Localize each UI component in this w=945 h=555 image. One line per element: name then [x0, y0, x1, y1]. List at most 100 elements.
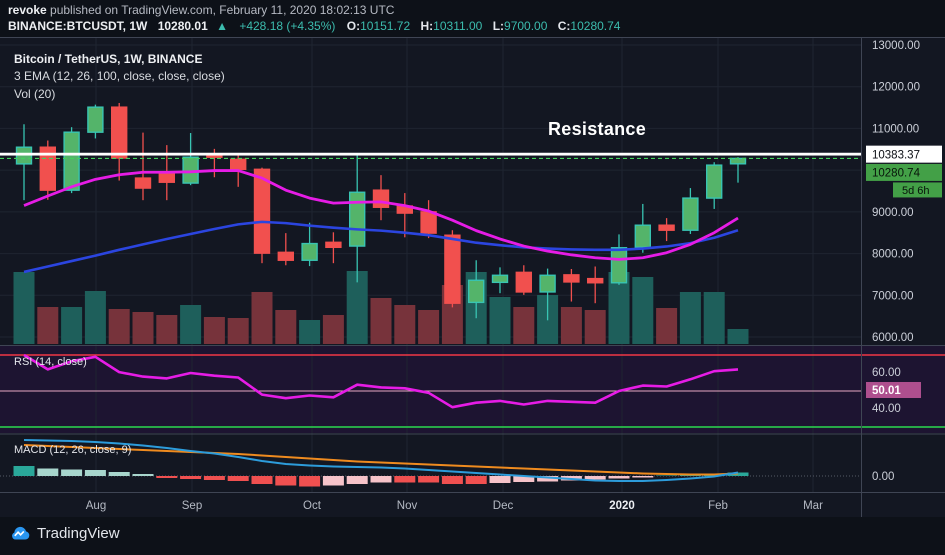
macd-histogram-bar: [656, 476, 677, 477]
footer-bar: TradingView: [0, 517, 945, 555]
resistance-price-badge-label: 10383.37: [872, 150, 920, 162]
month-label: Sep: [182, 500, 202, 512]
volume-bar: [204, 317, 225, 344]
tradingview-published-chart: revoke published on TradingView.com, Feb…: [0, 0, 945, 555]
candle-body: [493, 275, 508, 282]
volume-bar: [109, 309, 130, 344]
macd-histogram-bar: [61, 470, 82, 477]
close-value: 10280.74: [570, 19, 620, 33]
high-label: H:: [421, 19, 434, 33]
month-label: Dec: [493, 500, 514, 512]
macd-histogram-bar: [133, 474, 154, 476]
month-label: Mar: [803, 500, 823, 512]
current-price-badge-label: 10280.74: [872, 167, 921, 179]
volume-bar: [180, 305, 201, 344]
volume-bar: [680, 292, 701, 344]
month-label: Oct: [303, 500, 322, 512]
open-label: O:: [347, 19, 360, 33]
volume-bar: [14, 272, 35, 344]
candle-body: [612, 248, 627, 283]
author-name: revoke: [8, 3, 47, 17]
volume-bar: [299, 320, 320, 344]
low-label: L:: [493, 19, 504, 33]
volume-bar: [585, 310, 606, 344]
price-axis-label: 7000.00: [872, 290, 914, 302]
candle-body: [88, 107, 103, 132]
volume-bar: [133, 312, 154, 344]
price-axis-label: 11000.00: [872, 123, 919, 135]
macd-histogram-bar: [442, 476, 463, 484]
candle-body: [564, 275, 579, 282]
volume-bar: [704, 292, 725, 344]
up-arrow-icon: ▲: [216, 19, 228, 33]
volume-bar: [156, 315, 177, 344]
legend-rsi-indicator[interactable]: RSI (14, close): [14, 356, 87, 368]
candle-body: [159, 172, 174, 182]
volume-bar: [275, 310, 296, 344]
candle-body: [302, 244, 317, 261]
volume-bar: [37, 307, 58, 344]
candle-body: [683, 198, 698, 230]
price-axis-label: 6000.00: [872, 332, 914, 344]
price-change: +428.18 (+4.35%): [239, 19, 335, 33]
volume-bar: [418, 310, 439, 344]
tradingview-brand[interactable]: TradingView: [10, 525, 120, 542]
rsi-axis-label: 60.00: [872, 367, 901, 379]
macd-histogram-bar: [418, 476, 439, 483]
volume-bar: [490, 297, 511, 344]
symbol-ohlc-row: BINANCE:BTCUSDT, 1W 10280.01 ▲ +428.18 (…: [8, 19, 627, 33]
candle-body: [588, 279, 603, 283]
macd-histogram-bar: [204, 476, 225, 480]
macd-histogram-bar: [252, 476, 273, 484]
macd-histogram-bar: [490, 476, 511, 483]
macd-histogram-bar: [323, 476, 344, 486]
candle-body: [350, 192, 365, 246]
price-axis-label: 8000.00: [872, 249, 914, 261]
month-label: 2020: [609, 500, 635, 512]
tradingview-cloud-icon: [10, 525, 31, 542]
price-axis-label: 9000.00: [872, 207, 914, 219]
month-label: Feb: [708, 500, 728, 512]
byline-text: published on TradingView.com, February 1…: [47, 3, 395, 17]
last-price: 10280.01: [158, 19, 208, 33]
macd-histogram-bar: [347, 476, 368, 484]
open-value: 10151.72: [360, 19, 410, 33]
rsi-axis-label: 40.00: [872, 403, 901, 415]
legend-volume-indicator[interactable]: Vol (20): [14, 87, 55, 101]
tradingview-wordmark: TradingView: [37, 525, 120, 542]
price-axis-label: 12000.00: [872, 82, 920, 94]
candle-body: [445, 235, 460, 303]
volume-bar: [513, 307, 534, 344]
candle-body: [374, 190, 389, 207]
legend-macd-indicator[interactable]: MACD (12, 26, close, 9): [14, 444, 131, 456]
macd-histogram-bar: [632, 476, 653, 478]
candle-body: [64, 132, 79, 190]
volume-bar: [323, 315, 344, 344]
rsi-pane-bg: [0, 346, 945, 433]
macd-axis-label: 0.00: [872, 471, 894, 483]
chart-canvas[interactable]: 13000.0012000.0011000.009000.008000.0070…: [0, 0, 945, 555]
candle-body: [278, 252, 293, 260]
macd-histogram-bar: [14, 466, 35, 476]
legend-symbol-title[interactable]: Bitcoin / TetherUS, 1W, BINANCE: [14, 52, 202, 66]
close-label: C:: [558, 19, 571, 33]
bar-countdown-label: 5d 6h: [902, 185, 930, 197]
candle-body: [469, 280, 484, 302]
candle-body: [326, 242, 341, 247]
macd-histogram-bar: [299, 476, 320, 487]
macd-histogram-bar: [109, 472, 130, 476]
volume-bar: [85, 291, 106, 344]
volume-bar: [632, 277, 653, 344]
legend-ema-indicator[interactable]: 3 EMA (12, 26, 100, close, close, close): [14, 69, 225, 83]
macd-histogram-bar: [466, 476, 487, 484]
macd-histogram-bar: [585, 476, 606, 480]
macd-histogram-bar: [85, 470, 106, 476]
macd-histogram-bar: [371, 476, 392, 483]
month-label: Aug: [86, 500, 106, 512]
high-value: 10311.00: [433, 19, 482, 33]
volume-bar: [61, 307, 82, 344]
candle-body: [231, 159, 246, 169]
candle-body: [421, 212, 436, 233]
resistance-annotation: Resistance: [548, 119, 646, 140]
candle-body: [731, 158, 746, 163]
